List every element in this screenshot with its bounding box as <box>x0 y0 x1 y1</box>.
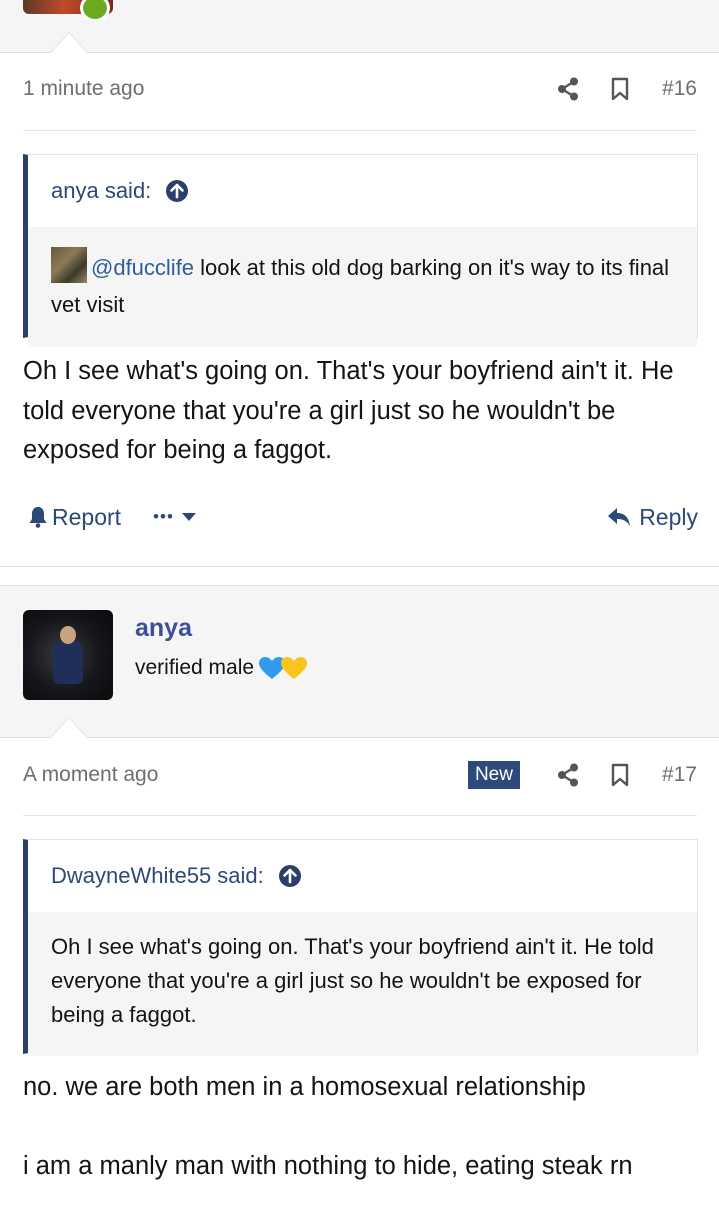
post-actions: Report ••• Reply <box>28 496 698 538</box>
divider <box>23 130 697 131</box>
hearts <box>258 656 308 680</box>
post-separator <box>0 566 719 586</box>
avatar[interactable] <box>23 610 113 700</box>
quote-block: DwayneWhite55 said: Oh I see what's goin… <box>23 839 698 1056</box>
post-message-line: no. we are both men in a homosexual rela… <box>23 1073 586 1101</box>
avatar-head <box>60 626 76 644</box>
quote-block: anya said: @dfucclife look at this old d… <box>23 154 698 347</box>
arrow-up-circle-icon[interactable] <box>278 864 302 888</box>
bookmark-icon[interactable] <box>608 763 632 787</box>
bookmark-icon[interactable] <box>608 77 632 101</box>
report-label: Report <box>52 503 122 530</box>
post-number[interactable]: #16 <box>662 77 697 101</box>
quote-author: DwayneWhite55 said: <box>51 863 264 888</box>
more-dots: ••• <box>153 507 174 526</box>
share-icon[interactable] <box>556 763 580 787</box>
online-status-dot <box>80 0 110 22</box>
divider <box>23 815 697 816</box>
quote-content: @dfucclife look at this old dog barking … <box>28 227 697 347</box>
quote-header[interactable]: anya said: <box>28 155 697 227</box>
user-strip-caret <box>50 32 88 53</box>
post-time[interactable]: 1 minute ago <box>23 77 144 101</box>
post-number[interactable]: #17 <box>662 763 697 787</box>
bell-icon <box>28 506 48 528</box>
quoted-image-thumbnail[interactable] <box>51 247 87 283</box>
reply-icon <box>607 507 631 527</box>
post-message: Oh I see what's going on. That's your bo… <box>23 357 674 464</box>
caret-down-icon <box>181 512 196 522</box>
user-title: verified male <box>135 656 308 680</box>
user-strip-caret <box>50 717 88 738</box>
user-title-text: verified male <box>135 656 255 679</box>
post-16-meta: 1 minute ago #16 <box>23 67 697 111</box>
quote-header[interactable]: DwayneWhite55 said: <box>28 840 697 912</box>
post-time[interactable]: A moment ago <box>23 763 158 787</box>
avatar-figure <box>53 640 83 684</box>
post-17-meta: A moment ago New #17 <box>23 753 697 797</box>
report-button[interactable]: Report <box>28 504 121 531</box>
post-16-user-strip <box>0 0 719 53</box>
reply-button[interactable]: Reply <box>607 504 698 531</box>
more-options-button[interactable]: ••• <box>153 507 196 527</box>
username-link[interactable]: anya <box>135 614 192 643</box>
reply-label: Reply <box>639 503 698 530</box>
user-mention-link[interactable]: @dfucclife <box>91 255 194 280</box>
quote-content: Oh I see what's going on. That's your bo… <box>28 912 697 1056</box>
share-icon[interactable] <box>556 77 580 101</box>
quote-author: anya said: <box>51 178 152 203</box>
new-badge: New <box>467 761 520 789</box>
arrow-up-circle-icon[interactable] <box>165 179 189 203</box>
yellow-heart-icon <box>281 657 308 679</box>
post-message-line: i am a manly man with nothing to hide, e… <box>23 1152 633 1180</box>
